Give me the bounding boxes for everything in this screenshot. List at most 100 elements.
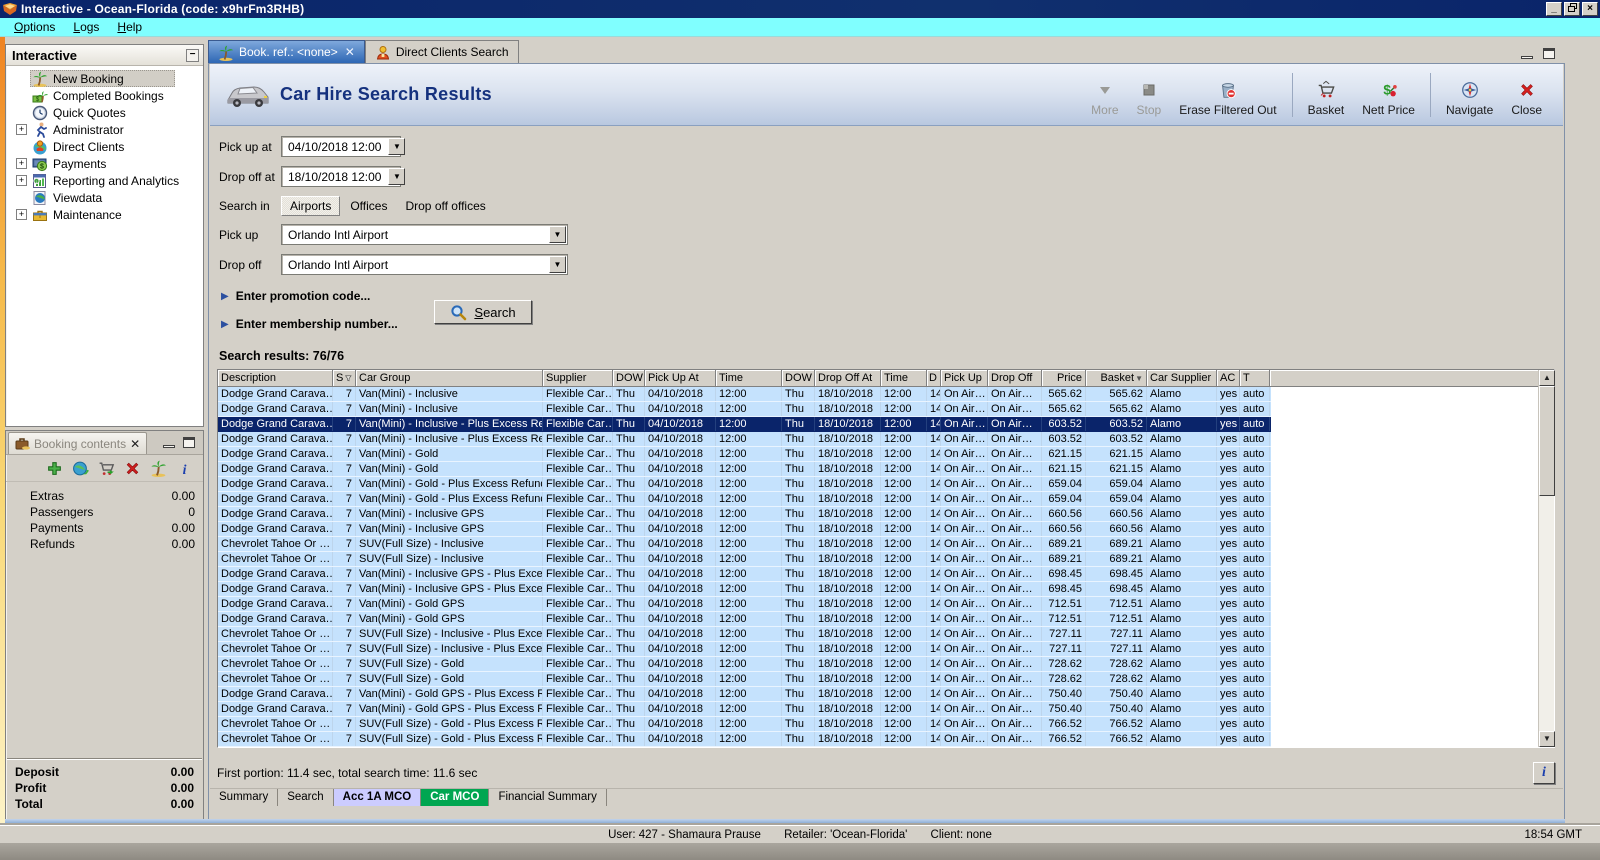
dropdown-arrow-icon[interactable]: ▼	[549, 226, 566, 243]
tab-close-icon[interactable]: ✕	[343, 45, 355, 59]
table-row[interactable]: Dodge Grand Carava… 7 Van(Mini) - Inclusiv…	[218, 522, 1271, 537]
sidebar-item-payments[interactable]: + $ Payments	[6, 155, 203, 172]
sidebar-item-administrator[interactable]: + Administrator	[6, 121, 203, 138]
table-row[interactable]: Chevrolet Tahoe Or … 7 SUV(Full Size) - In…	[218, 642, 1271, 657]
booking-contents-close-icon[interactable]: ✕	[130, 437, 140, 451]
column-header-supplier[interactable]: Supplier	[543, 370, 613, 387]
table-row[interactable]: Dodge Grand Carava… 7 Van(Mini) - Inclusiv…	[218, 567, 1271, 582]
dropoff-at-combo[interactable]: 18/10/2018 12:00 ▼	[281, 166, 406, 187]
column-header-d[interactable]: D	[927, 370, 941, 387]
column-header-dropoff[interactable]: Drop Off	[988, 370, 1042, 387]
bottom-tab-car-mco[interactable]: Car MCO	[421, 789, 490, 806]
search-in-option-offices[interactable]: Offices	[342, 197, 395, 215]
table-row[interactable]: Dodge Grand Carava… 7 Van(Mini) - Inclusiv…	[218, 402, 1271, 417]
search-in-option-drop-off-offices[interactable]: Drop off offices	[397, 197, 493, 215]
booking-contents-tab[interactable]: Booking contents ✕	[8, 432, 148, 454]
table-row[interactable]: Dodge Grand Carava… 7 Van(Mini) - Inclusiv…	[218, 432, 1271, 447]
column-header-s[interactable]: S	[333, 370, 356, 387]
menu-item-options[interactable]: Options	[6, 19, 63, 35]
search-in-option-airports[interactable]: Airports	[281, 195, 341, 216]
sidebar-item-viewdata[interactable]: Viewdata	[6, 189, 203, 206]
column-header-time1[interactable]: Time	[716, 370, 782, 387]
bottom-tab-financial-summary[interactable]: Financial Summary	[489, 789, 607, 806]
pickup-combo[interactable]: Orlando Intl Airport ▼	[281, 224, 568, 245]
bottom-tab-acc-1a-mco[interactable]: Acc 1A MCO	[333, 789, 422, 806]
table-row[interactable]: Dodge Grand Carava… 7 Van(Mini) - Gold GPS…	[218, 612, 1271, 627]
close-button[interactable]: Close	[1504, 78, 1549, 119]
table-row[interactable]: Dodge Grand Carava… 7 Van(Mini) - Inclusiv…	[218, 387, 1271, 402]
nett-price-button[interactable]: $ Nett Price	[1355, 78, 1422, 119]
info-button[interactable]: i	[176, 460, 193, 477]
sidebar-item-maintenance[interactable]: + Maintenance	[6, 206, 203, 223]
column-header-dropoff_at[interactable]: Drop Off At	[815, 370, 881, 387]
sidebar-item-completed-bookings[interactable]: $ Completed Bookings	[6, 87, 203, 104]
delete-button[interactable]	[124, 460, 141, 477]
panel-collapse-button[interactable]: −	[186, 48, 199, 62]
table-row[interactable]: Chevrolet Tahoe Or … 7 SUV(Full Size) - Go…	[218, 657, 1271, 672]
column-header-ac[interactable]: AC	[1217, 370, 1240, 387]
dropoff-combo[interactable]: Orlando Intl Airport ▼	[281, 254, 568, 275]
filter-icon[interactable]	[345, 373, 352, 384]
tree-expand-icon[interactable]: +	[16, 124, 27, 135]
column-header-price[interactable]: Price	[1042, 370, 1086, 387]
sidebar-item-new-booking[interactable]: New Booking	[6, 70, 203, 87]
column-header-description[interactable]: Description	[218, 370, 333, 387]
table-row[interactable]: Dodge Grand Carava… 7 Van(Mini) - Gold GPS…	[218, 597, 1271, 612]
column-header-car_group[interactable]: Car Group	[356, 370, 543, 387]
scroll-up-icon[interactable]: ▲	[1539, 370, 1555, 386]
to-basket-button[interactable]	[98, 460, 115, 477]
search-button[interactable]: Search	[434, 300, 532, 324]
column-header-pickup_at[interactable]: Pick Up At	[645, 370, 716, 387]
table-row[interactable]: Dodge Grand Carava… 7 Van(Mini) - Gold Flex…	[218, 447, 1271, 462]
vertical-scrollbar[interactable]: ▲ ▼	[1538, 370, 1555, 747]
sidebar-item-reporting-and-analytics[interactable]: + ↓ Reporting and Analytics	[6, 172, 203, 189]
table-row[interactable]: Chevrolet Tahoe Or … 7 SUV(Full Size) - Go…	[218, 732, 1271, 747]
tree-expand-icon[interactable]: +	[16, 209, 27, 220]
holiday-button[interactable]	[150, 460, 167, 477]
dropdown-arrow-icon[interactable]: ▼	[549, 256, 566, 273]
table-row[interactable]: Dodge Grand Carava… 7 Van(Mini) - Gold GPS…	[218, 687, 1271, 702]
table-row[interactable]: Dodge Grand Carava… 7 Van(Mini) - Inclusiv…	[218, 507, 1271, 522]
sidebar-item-quick-quotes[interactable]: Quick Quotes	[6, 104, 203, 121]
table-row[interactable]: Chevrolet Tahoe Or … 7 SUV(Full Size) - In…	[218, 627, 1271, 642]
info-button[interactable]: i	[1533, 762, 1555, 784]
close-window-button[interactable]: ×	[1582, 2, 1598, 16]
bottom-tab-summary[interactable]: Summary	[210, 789, 279, 806]
column-header-basket[interactable]: Basket ▼	[1086, 370, 1147, 387]
scrollbar-track[interactable]	[1539, 496, 1554, 731]
panel-minimize-button[interactable]	[1521, 56, 1533, 59]
recent-button[interactable]	[72, 460, 89, 477]
scrollbar-thumb[interactable]	[1539, 386, 1555, 496]
menu-item-logs[interactable]: Logs	[65, 19, 107, 35]
menu-item-help[interactable]: Help	[109, 19, 150, 35]
dropdown-arrow-icon[interactable]: ▼	[388, 138, 406, 155]
tree-expand-icon[interactable]: +	[16, 175, 27, 186]
tab-book-ref-none-[interactable]: Book. ref.: <none> ✕	[208, 40, 365, 63]
tree-expand-icon[interactable]: +	[16, 158, 27, 169]
table-row[interactable]: Dodge Grand Carava… 7 Van(Mini) - Gold Flex…	[218, 462, 1271, 477]
column-header-pickup[interactable]: Pick Up	[941, 370, 988, 387]
basket-button[interactable]: Basket	[1301, 78, 1352, 119]
bottom-tab-search[interactable]: Search	[278, 789, 334, 806]
table-row[interactable]: Dodge Grand Carava… 7 Van(Mini) - Inclusiv…	[218, 582, 1271, 597]
tab-direct-clients-search[interactable]: Direct Clients Search	[364, 40, 519, 63]
table-row[interactable]: Chevrolet Tahoe Or … 7 SUV(Full Size) - In…	[218, 537, 1271, 552]
table-row[interactable]: Dodge Grand Carava… 7 Van(Mini) - Gold GPS…	[218, 702, 1271, 717]
panel-maximize-button[interactable]	[1543, 48, 1555, 59]
table-row[interactable]: Dodge Grand Carava… 7 Van(Mini) - Gold - P…	[218, 492, 1271, 507]
pickup-at-combo[interactable]: 04/10/2018 12:00 ▼	[281, 136, 406, 157]
erase-filtered-out-button[interactable]: Erase Filtered Out	[1172, 78, 1283, 119]
restore-button[interactable]	[1564, 2, 1580, 16]
scroll-down-icon[interactable]: ▼	[1539, 731, 1555, 747]
column-header-dow1[interactable]: DOW	[613, 370, 645, 387]
table-row[interactable]: Dodge Grand Carava… 7 Van(Mini) - Gold - P…	[218, 477, 1271, 492]
navigate-button[interactable]: Navigate	[1439, 78, 1500, 119]
column-header-t[interactable]: T	[1240, 370, 1270, 387]
sidebar-item-direct-clients[interactable]: Direct Clients	[6, 138, 203, 155]
table-row[interactable]: Chevrolet Tahoe Or … 7 SUV(Full Size) - In…	[218, 552, 1271, 567]
table-row[interactable]: Chevrolet Tahoe Or … 7 SUV(Full Size) - Go…	[218, 672, 1271, 687]
table-row[interactable]: Dodge Grand Carava… 7 Van(Mini) - Inclusiv…	[218, 417, 1271, 432]
panel-maximize-button[interactable]	[183, 437, 195, 448]
add-button[interactable]	[46, 460, 63, 477]
column-header-dow2[interactable]: DOW	[782, 370, 815, 387]
